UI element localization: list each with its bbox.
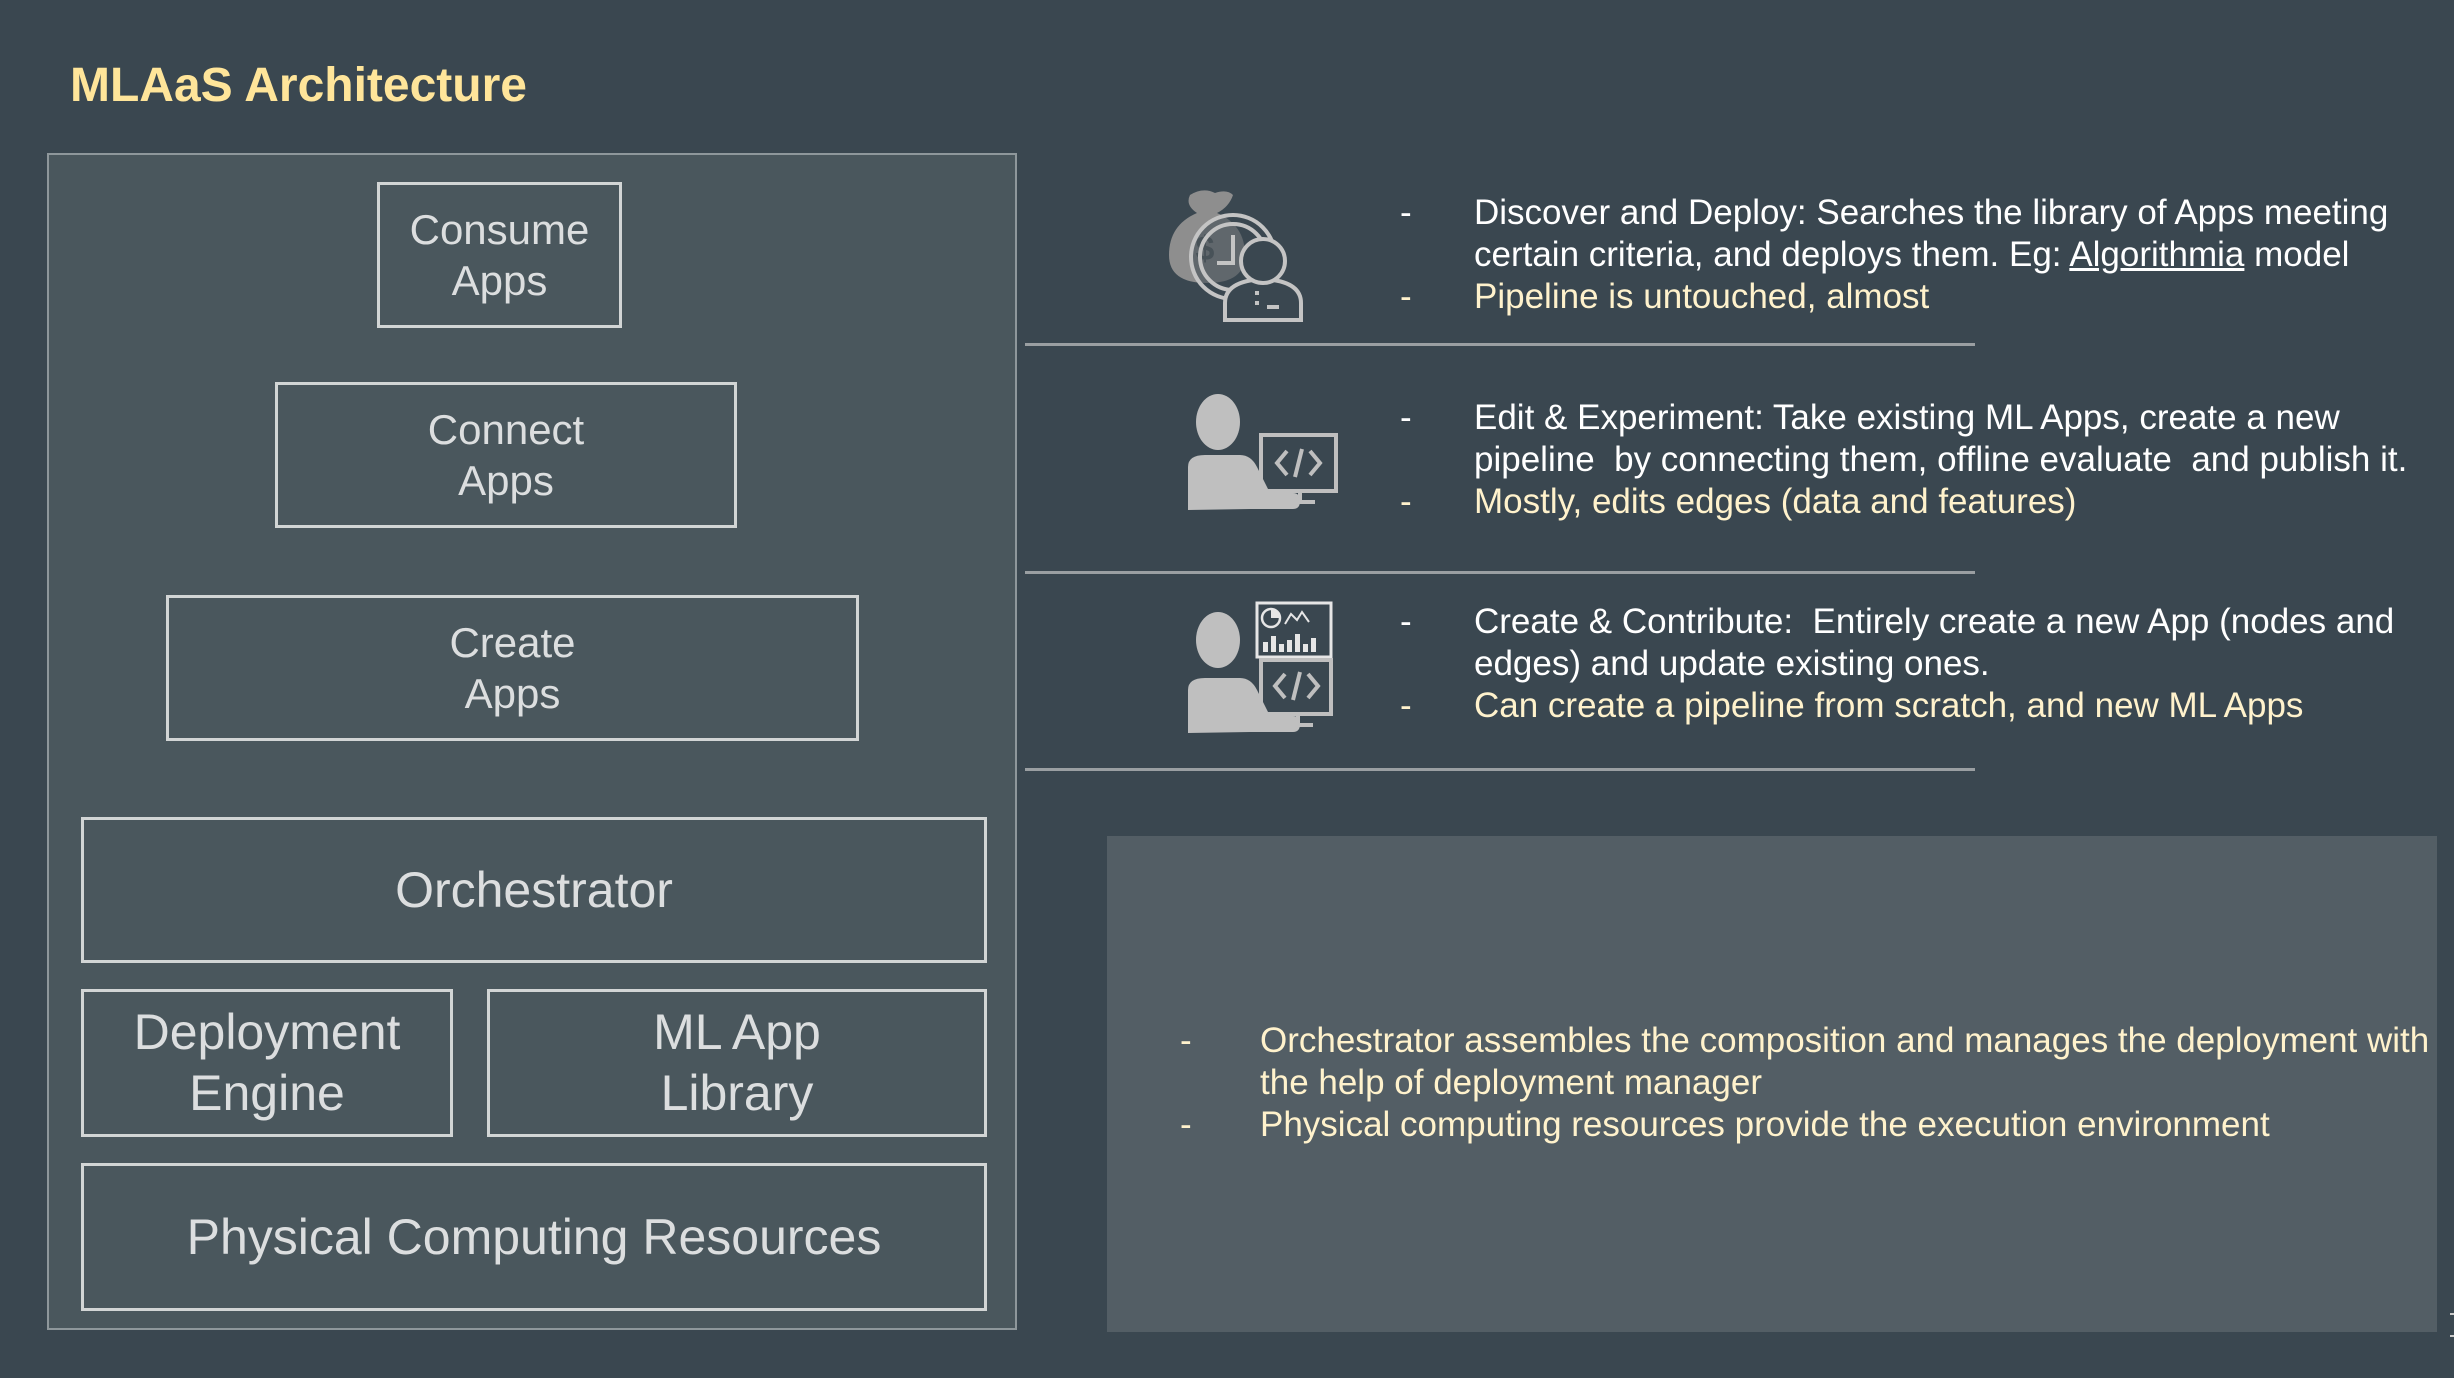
- bullet-dash: -: [1400, 602, 1412, 641]
- bullet-dash: -: [1400, 482, 1412, 521]
- bullet-text: Create & Contribute: Entirely create a n…: [1474, 602, 2404, 683]
- bullet-dash: -: [1400, 398, 1412, 437]
- section-divider: [1025, 571, 1975, 574]
- bullet-text: Discover and Deploy: Searches the librar…: [1474, 192, 2454, 276]
- line-chart-glyph: [1284, 610, 1310, 625]
- bullet-dash: -: [1400, 193, 1412, 232]
- edge-tick-mark: [2450, 1335, 2454, 1337]
- dashboard-frame: [1255, 601, 1333, 659]
- physical-computing-label: Physical Computing Resources: [186, 1208, 882, 1265]
- edge-tick-mark: [2450, 1313, 2454, 1315]
- connect-apps-label: Connect Apps: [427, 405, 585, 504]
- bullet-item: - Can create a pipeline from scratch, an…: [1400, 685, 2454, 727]
- bullet-item: - Physical computing resources provide t…: [1180, 1104, 2430, 1146]
- discover-deploy-description: - Discover and Deploy: Searches the libr…: [1400, 192, 2454, 318]
- ml-app-library-label: ML App Library: [653, 1004, 821, 1121]
- bullet-text: Orchestrator assembles the composition a…: [1260, 1021, 2430, 1102]
- create-apps-box: Create Apps: [166, 595, 859, 741]
- edit-experiment-description: - Edit & Experiment: Take existing ML Ap…: [1400, 397, 2454, 523]
- physical-computing-box: Physical Computing Resources: [81, 1163, 987, 1311]
- create-contribute-description: - Create & Contribute: Entirely create a…: [1400, 601, 2454, 727]
- person-body: [1188, 455, 1300, 510]
- slide-title: MLAaS Architecture: [70, 59, 527, 112]
- section-divider: [1025, 343, 1975, 346]
- orchestrator-notes: - Orchestrator assembles the composition…: [1180, 1020, 2430, 1146]
- deployment-engine-box: Deployment Engine: [81, 989, 453, 1137]
- bullet-item: - Pipeline is untouched, almost: [1400, 276, 2454, 318]
- person-head: [1196, 394, 1240, 450]
- bullet-dash: -: [1400, 686, 1412, 725]
- orchestrator-label: Orchestrator: [395, 861, 673, 918]
- code-slash: [1291, 671, 1302, 701]
- connect-apps-box: Connect Apps: [275, 382, 737, 528]
- bullet-item: - Edit & Experiment: Take existing ML Ap…: [1400, 397, 2454, 481]
- bar-chart-glyph: [1263, 634, 1316, 652]
- bullet-dash: -: [1400, 277, 1412, 316]
- bullet-text: Can create a pipeline from scratch, and …: [1474, 686, 2304, 725]
- money-clock-person-icon: $: [1169, 190, 1303, 322]
- bullet-text-part: model: [2244, 235, 2350, 274]
- ml-app-library-box: ML App Library: [487, 989, 987, 1137]
- person-head: [1196, 612, 1240, 668]
- bullet-item: - Discover and Deploy: Searches the libr…: [1400, 192, 2454, 276]
- bullet-dash: -: [1180, 1021, 1192, 1060]
- code-slash: [1293, 448, 1304, 478]
- code-bracket-right: [1308, 449, 1323, 477]
- orchestrator-box: Orchestrator: [81, 817, 987, 963]
- developer-dashboard-icon: [1188, 601, 1333, 733]
- developer-code-icon: [1188, 394, 1338, 510]
- bullet-text: Edit & Experiment: Take existing ML Apps…: [1474, 398, 2408, 479]
- architecture-container: [47, 153, 1017, 1330]
- consume-apps-box: Consume Apps: [377, 182, 622, 328]
- bullet-text: Mostly, edits edges (data and features): [1474, 482, 2077, 521]
- code-bracket-right: [1306, 672, 1321, 700]
- section-divider: [1025, 768, 1975, 771]
- pie-slice: [1271, 609, 1280, 618]
- algorithmia-link[interactable]: Algorithmia: [2069, 235, 2244, 274]
- consume-apps-label: Consume Apps: [409, 205, 590, 304]
- code-bracket-left: [1274, 449, 1289, 477]
- bullet-text: Physical computing resources provide the…: [1260, 1105, 2270, 1144]
- bullet-text: Pipeline is untouched, almost: [1474, 277, 1930, 316]
- bullet-item: - Mostly, edits edges (data and features…: [1400, 481, 2454, 523]
- bullet-dash: -: [1180, 1105, 1192, 1144]
- bullet-item: - Orchestrator assembles the composition…: [1180, 1020, 2430, 1104]
- person-body: [1188, 678, 1300, 733]
- deployment-engine-label: Deployment Engine: [133, 1004, 401, 1121]
- bullet-item: - Create & Contribute: Entirely create a…: [1400, 601, 2454, 685]
- create-apps-label: Create Apps: [449, 618, 576, 717]
- code-bracket-left: [1272, 672, 1287, 700]
